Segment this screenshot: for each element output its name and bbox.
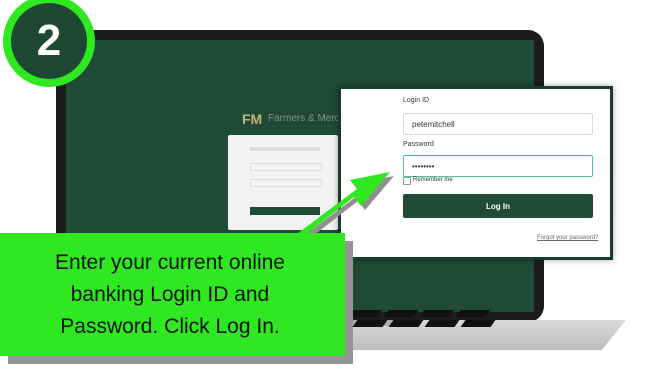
login-id-label: Login ID — [403, 97, 430, 104]
remember-me-label: Remember me — [413, 177, 453, 183]
callout-line-3: Password. Click Log In. — [60, 315, 280, 338]
bank-logo: FM — [242, 111, 263, 127]
bank-name: Farmers & Merch — [268, 113, 346, 124]
login-id-field[interactable] — [403, 113, 593, 135]
password-field[interactable] — [403, 155, 593, 177]
callout-line-1: Enter your current online — [55, 251, 285, 274]
instruction-callout: Enter your current online banking Login … — [0, 233, 345, 356]
step-number: 2 — [11, 3, 87, 79]
password-input[interactable] — [404, 156, 592, 177]
forgot-password-link[interactable]: Forgot your password? — [537, 235, 598, 241]
password-label: Password — [403, 141, 434, 148]
login-id-input[interactable] — [404, 114, 592, 135]
callout-line-2: banking Login ID and — [70, 283, 270, 306]
callout-text: Enter your current online banking Login … — [0, 247, 340, 343]
log-in-button[interactable]: Log In — [403, 194, 593, 218]
